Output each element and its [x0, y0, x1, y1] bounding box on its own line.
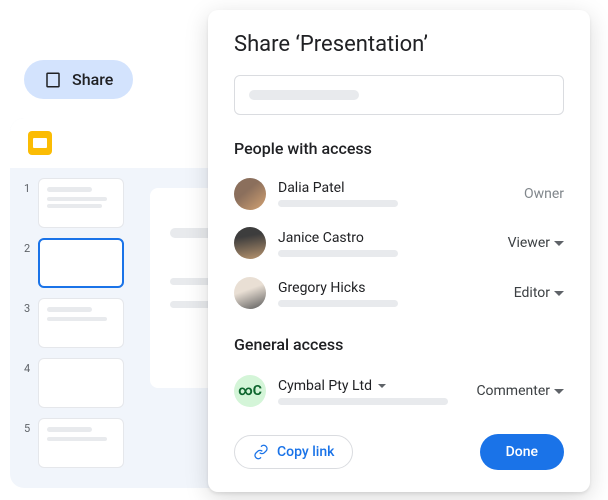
person-name: Gregory Hicks: [278, 280, 502, 296]
thumb-number: 3: [24, 298, 32, 315]
link-icon: [253, 444, 269, 460]
slide-thumb-active[interactable]: [38, 238, 124, 288]
slide-thumb[interactable]: [38, 358, 124, 408]
person-row: Dalia Patel Owner: [234, 172, 564, 216]
share-button-label: Share: [72, 70, 113, 89]
share-button[interactable]: Share: [24, 60, 133, 99]
chevron-down-icon: [378, 384, 386, 388]
person-name: Dalia Patel: [278, 180, 512, 196]
role-label: Viewer: [508, 235, 550, 251]
building-icon: [44, 71, 62, 89]
org-desc-placeholder: [278, 398, 448, 405]
avatar: [234, 277, 266, 309]
share-dialog: Share ‘Presentation’ People with access …: [208, 10, 590, 492]
role-dropdown[interactable]: Viewer: [508, 235, 564, 251]
thumb-number: 1: [24, 178, 32, 195]
person-row: Gregory Hicks Editor: [234, 271, 564, 315]
slide-thumbnails: 1 2 3 4 5: [24, 178, 134, 478]
thumb-number: 2: [24, 238, 32, 255]
done-button[interactable]: Done: [480, 434, 564, 470]
org-name-dropdown[interactable]: Cymbal Pty Ltd: [278, 378, 464, 394]
chevron-down-icon: [554, 241, 564, 246]
role-label-owner: Owner: [524, 186, 564, 202]
person-email-placeholder: [278, 250, 398, 257]
org-row: ∞C Cymbal Pty Ltd Commenter: [234, 368, 564, 414]
dialog-title: Share ‘Presentation’: [234, 32, 564, 57]
avatar: [234, 178, 266, 210]
thumb-number: 4: [24, 358, 32, 375]
input-placeholder: [249, 90, 359, 100]
copy-link-label: Copy link: [277, 444, 334, 460]
chevron-down-icon: [554, 389, 564, 394]
person-row: Janice Castro Viewer: [234, 222, 564, 266]
org-name: Cymbal Pty Ltd: [278, 378, 372, 394]
role-dropdown[interactable]: Editor: [514, 285, 564, 301]
avatar: [234, 227, 266, 259]
copy-link-button[interactable]: Copy link: [234, 435, 353, 469]
role-label: Commenter: [476, 383, 550, 399]
role-label: Editor: [514, 285, 550, 301]
role-dropdown[interactable]: Commenter: [476, 383, 564, 399]
general-section-title: General access: [234, 335, 564, 354]
slide-thumb[interactable]: [38, 298, 124, 348]
org-avatar: ∞C: [234, 375, 266, 407]
person-email-placeholder: [278, 300, 398, 307]
chevron-down-icon: [554, 291, 564, 296]
slide-thumb[interactable]: [38, 178, 124, 228]
slides-logo-icon: [28, 131, 52, 155]
people-section-title: People with access: [234, 139, 564, 158]
slide-thumb[interactable]: [38, 418, 124, 468]
person-name: Janice Castro: [278, 230, 496, 246]
org-badge-text: ∞C: [238, 383, 262, 399]
thumb-number: 5: [24, 418, 32, 435]
person-email-placeholder: [278, 200, 398, 207]
add-people-input[interactable]: [234, 75, 564, 115]
